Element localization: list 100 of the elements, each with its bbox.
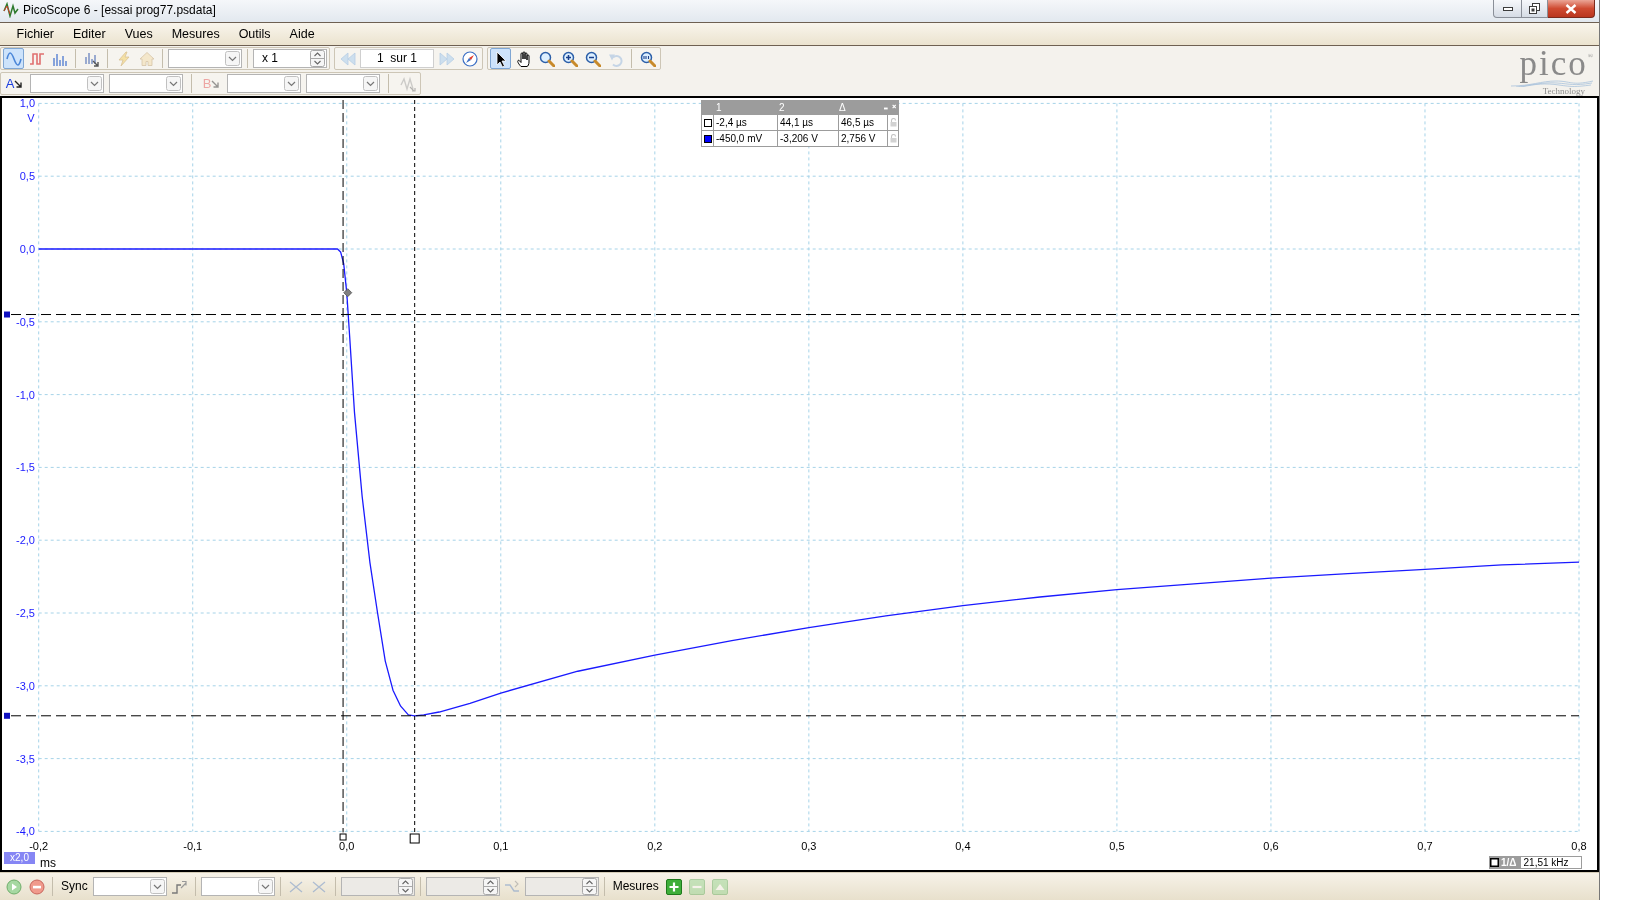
y-axis-unit-label: V <box>27 112 35 124</box>
play-circle-icon <box>5 878 22 895</box>
x-axis-tick-label: 0,8 <box>1571 840 1587 852</box>
dropdown-field[interactable] <box>200 877 275 896</box>
waves-arrow-icon <box>399 75 416 92</box>
padlock-icon <box>889 118 897 127</box>
y-axis-tick-label: -1,0 <box>16 388 35 401</box>
arrow-icon <box>211 79 220 88</box>
x-axis-tick-label: 0,1 <box>493 840 509 852</box>
zoom-reset-icon <box>639 50 656 67</box>
close-icon <box>1565 3 1577 14</box>
y-axis-tick-label: 1,0 <box>19 98 35 110</box>
table-cell: -450,0 mV <box>714 131 777 146</box>
spin-arrows-icon <box>310 50 325 67</box>
ramp-wave-icon <box>504 878 521 895</box>
spin-arrows-icon <box>397 878 413 895</box>
table-cell: 44,1 µs <box>778 115 838 130</box>
menu-item[interactable]: Fichier <box>7 23 64 45</box>
channel-button[interactable]: A <box>3 73 25 94</box>
compass-icon <box>461 50 478 67</box>
plus-icon <box>666 878 683 895</box>
y-axis-tick-label: -0,5 <box>16 315 35 328</box>
ruler-handle-icon <box>4 712 10 719</box>
waveform-icon <box>3 2 19 18</box>
menu-item[interactable]: Mesures <box>162 23 230 45</box>
square-icon <box>1490 858 1499 867</box>
column-header: 2 <box>778 101 786 114</box>
dropdown-field[interactable] <box>92 877 167 896</box>
chevron-down-icon <box>284 76 299 91</box>
table-cell: -2,4 µs <box>714 115 777 130</box>
table-cell: 2,756 V <box>839 131 887 146</box>
bars-arrow-icon <box>83 50 100 67</box>
hand-icon <box>515 50 532 67</box>
close-button[interactable] <box>1548 0 1595 18</box>
dropdown-field[interactable] <box>306 74 380 93</box>
x-axis-tick-label: 0,6 <box>1263 840 1279 852</box>
readout-value: 21,51 kHz <box>1520 857 1581 868</box>
ruler-handle-icon <box>4 311 10 318</box>
close-icon <box>891 103 896 110</box>
stop-circle-icon <box>28 878 45 895</box>
x-axis-tick-label: 0,2 <box>647 840 663 852</box>
restore-button[interactable] <box>1522 0 1548 18</box>
magnifier-icon <box>538 50 555 67</box>
padlock-icon <box>889 134 897 143</box>
x-axis-tick-label: 0,3 <box>801 840 817 852</box>
minus-icon <box>689 878 706 895</box>
dropdown-field[interactable] <box>30 74 104 93</box>
minimize-icon <box>1502 6 1513 11</box>
y-axis-tick-label: -3,5 <box>16 752 35 765</box>
menu-item[interactable]: Vues <box>115 23 163 45</box>
minimize-button[interactable] <box>1493 0 1522 18</box>
compass-button[interactable] <box>459 48 480 69</box>
sine-wave-button[interactable] <box>3 48 24 69</box>
y-axis-tick-label: -3,0 <box>16 679 35 692</box>
spin-arrows-icon <box>482 878 498 895</box>
pointer-button[interactable] <box>490 48 511 69</box>
minimize-icon <box>884 107 888 110</box>
step-edge-icon <box>171 878 188 895</box>
y-axis-tick-label: -4,0 <box>16 825 35 838</box>
zoom-out-icon <box>584 50 601 67</box>
dropdown-field[interactable] <box>109 74 183 93</box>
x-axis-tick-label: 0,0 <box>339 840 355 852</box>
page-field[interactable]: 1 sur 1 <box>360 49 434 68</box>
column-header: Δ <box>838 101 847 114</box>
y-axis-tick-label: 0,5 <box>19 170 35 183</box>
column-header: 1 <box>715 101 723 114</box>
y-axis-tick-label: 0,0 <box>19 243 35 255</box>
table-cell: 46,5 µs <box>839 115 887 130</box>
restore-icon <box>1529 3 1540 14</box>
x-axis-tick-label: 0,4 <box>955 840 971 852</box>
x-axis-unit-label: ms <box>40 856 56 870</box>
sine-wave-icon <box>5 50 22 67</box>
rewind-icon <box>339 50 356 67</box>
dropdown-field[interactable] <box>168 49 242 68</box>
square-wave-icon <box>28 50 45 67</box>
plus-button[interactable] <box>663 876 685 897</box>
toolbar-label: Sync <box>60 879 89 894</box>
zoom-in-icon <box>561 50 578 67</box>
trigger-marker-icon <box>343 288 353 298</box>
spin-arrows-icon <box>581 878 597 895</box>
menu-item[interactable]: Editer <box>63 23 116 45</box>
chevron-down-icon <box>257 879 273 894</box>
x-axis-tick-label: 0,7 <box>1417 840 1433 852</box>
menu-item[interactable]: Aide <box>280 23 325 45</box>
stop-circle-button[interactable] <box>26 876 47 897</box>
x-axis-tick-label: -0,1 <box>183 840 203 852</box>
dropdown-field[interactable] <box>227 74 301 93</box>
chevron-down-icon <box>87 76 102 91</box>
spin-field[interactable]: x 1 <box>253 49 327 68</box>
menu-item[interactable]: Outils <box>229 23 281 45</box>
table-cell: -3,206 V <box>778 131 838 146</box>
chevron-down-icon <box>363 76 378 91</box>
play-circle-button[interactable] <box>3 876 24 897</box>
window-title: PicoScope 6 - [essai prog77.psdata] <box>23 2 216 19</box>
x-axis-tick-label: 0,5 <box>1109 840 1125 852</box>
chevron-down-icon <box>166 76 181 91</box>
chevron-down-icon <box>149 879 165 894</box>
readout-label: 1/Δ <box>1500 857 1518 868</box>
toolbar-label: Mesures <box>611 879 660 894</box>
ruler-handle-icon <box>339 833 347 841</box>
